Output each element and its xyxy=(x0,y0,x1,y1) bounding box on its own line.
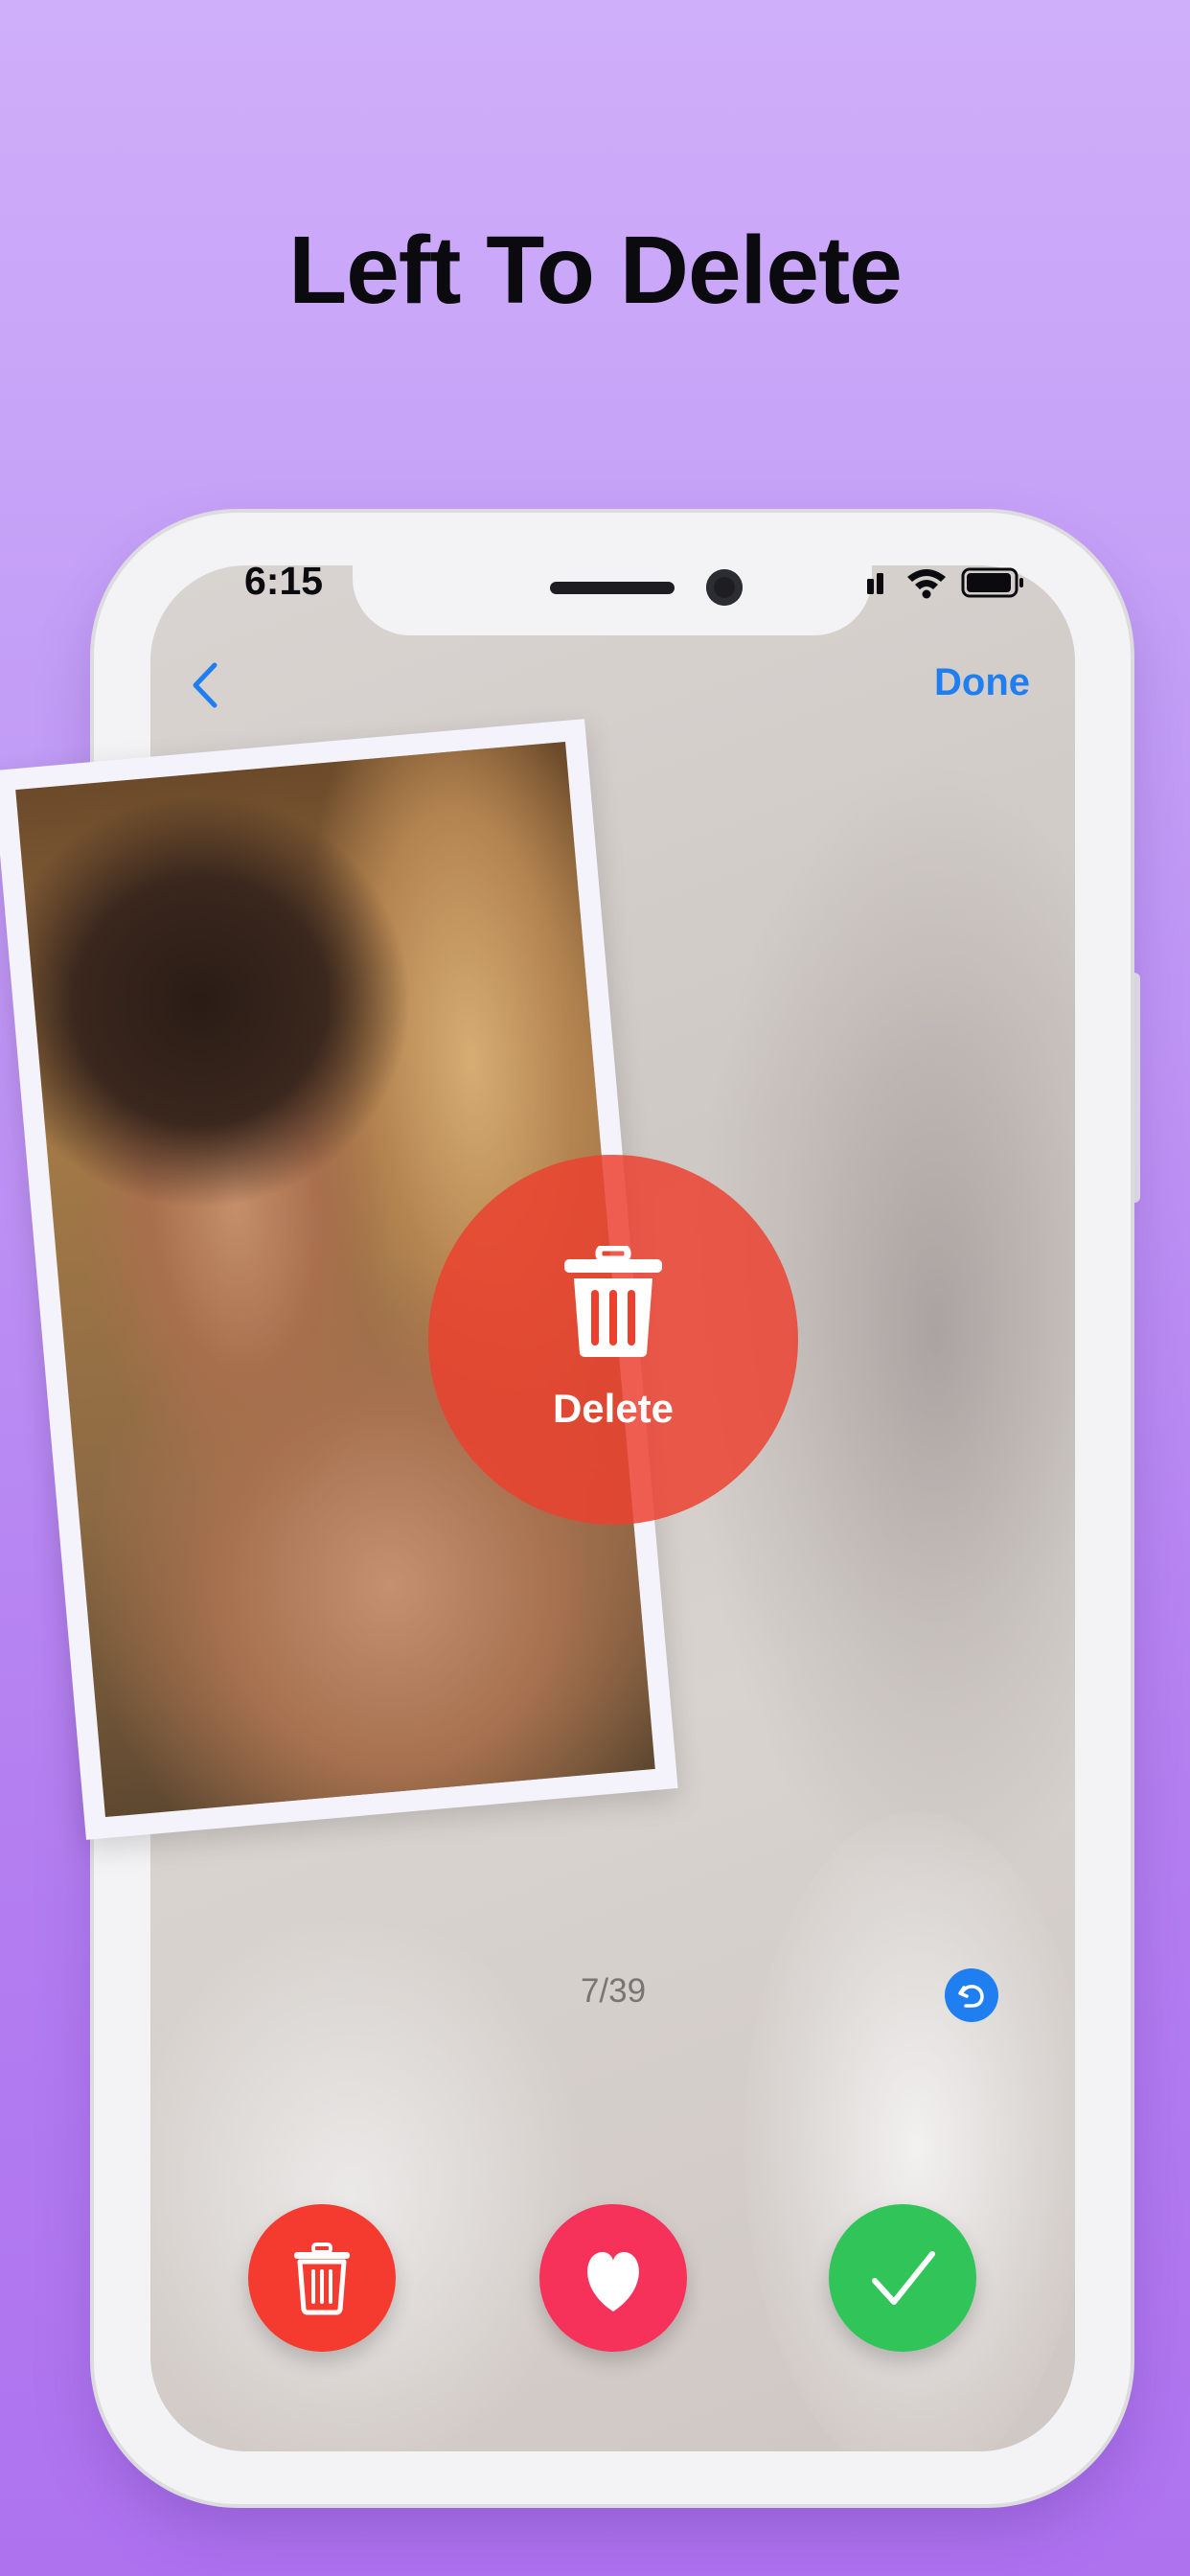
status-icons xyxy=(867,567,1023,599)
undo-button[interactable] xyxy=(945,1968,998,2022)
heart-icon xyxy=(587,2252,639,2312)
trash-icon xyxy=(294,2242,350,2315)
favorite-button[interactable] xyxy=(539,2204,687,2352)
trash-icon xyxy=(564,1246,662,1357)
background-blur xyxy=(150,1907,591,2451)
undo-icon xyxy=(958,1985,984,2008)
delete-button[interactable] xyxy=(248,2204,396,2352)
page-headline: Left To Delete xyxy=(288,217,903,324)
background-blur xyxy=(744,1811,1075,2451)
back-button[interactable] xyxy=(188,661,226,709)
status-time: 6:15 xyxy=(244,559,324,603)
done-button[interactable]: Done xyxy=(934,661,1030,704)
front-camera xyxy=(706,569,743,606)
phone-notch xyxy=(353,565,872,635)
keep-button[interactable] xyxy=(829,2204,976,2352)
chevron-left-icon xyxy=(193,662,217,708)
cellular-signal-icon xyxy=(867,573,883,594)
wifi-icon xyxy=(907,569,946,599)
photo-counter: 7/39 xyxy=(580,1972,647,2010)
earpiece-speaker xyxy=(550,582,675,594)
checkmark-icon xyxy=(872,2251,935,2305)
battery-icon xyxy=(961,567,1023,598)
delete-swipe-label: Delete xyxy=(552,1386,675,1431)
